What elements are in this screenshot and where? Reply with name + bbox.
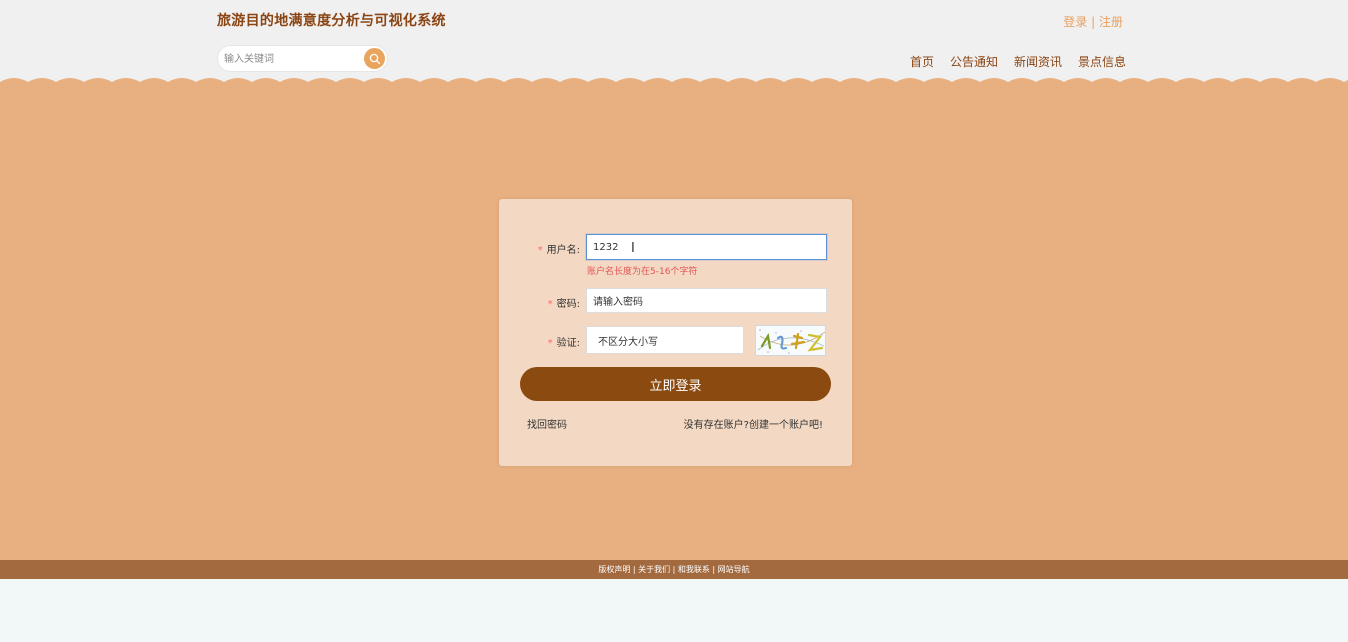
captcha-placeholder: 不区分大小写 — [598, 336, 658, 348]
nav-item-news[interactable]: 新闻资讯 — [1014, 53, 1062, 70]
auth-separator: | — [1087, 15, 1099, 29]
username-label: * 用户名: — [537, 245, 580, 256]
site-header: 旅游目的地满意度分析与可视化系统 登录 | 注册 首页 公告通知 新闻资讯 景点… — [0, 0, 1348, 88]
text-cursor-icon: I — [631, 241, 635, 256]
forgot-password-link[interactable]: 找回密码 — [527, 416, 567, 431]
nav-item-attractions[interactable]: 景点信息 — [1078, 53, 1126, 70]
footer-links: 版权声明 | 关于我们 | 和我联系 | 网站导航 — [0, 560, 1348, 579]
captcha-field[interactable]: 不区分大小写 — [586, 326, 744, 354]
search-input[interactable] — [224, 50, 359, 68]
main-nav: 首页 公告通知 新闻资讯 景点信息 — [910, 53, 1126, 70]
auth-links: 登录 | 注册 — [1063, 13, 1123, 30]
captcha-label: * 验证: — [547, 338, 580, 349]
captcha-image[interactable] — [755, 325, 826, 356]
login-link[interactable]: 登录 — [1063, 15, 1087, 29]
password-label: * 密码: — [547, 299, 580, 310]
username-value: 1232 — [593, 241, 619, 253]
search-box — [217, 45, 388, 72]
password-placeholder: 请输入密码 — [593, 297, 643, 308]
search-button[interactable] — [364, 48, 385, 69]
password-field[interactable]: 请输入密码 — [586, 288, 827, 313]
username-error: 账户名长度为在5-16个字符 — [587, 267, 698, 277]
login-submit-button[interactable]: 立即登录 — [520, 367, 831, 401]
create-account-link[interactable]: 没有存在账户?创建一个账户吧! — [684, 416, 823, 431]
register-link[interactable]: 注册 — [1099, 15, 1123, 29]
username-field[interactable]: 1232 — [586, 234, 827, 260]
nav-item-home[interactable]: 首页 — [910, 53, 934, 70]
page-bottom — [0, 579, 1348, 642]
site-title: 旅游目的地满意度分析与可视化系统 — [217, 13, 446, 29]
search-icon — [369, 53, 380, 64]
nav-item-announcements[interactable]: 公告通知 — [950, 53, 998, 70]
